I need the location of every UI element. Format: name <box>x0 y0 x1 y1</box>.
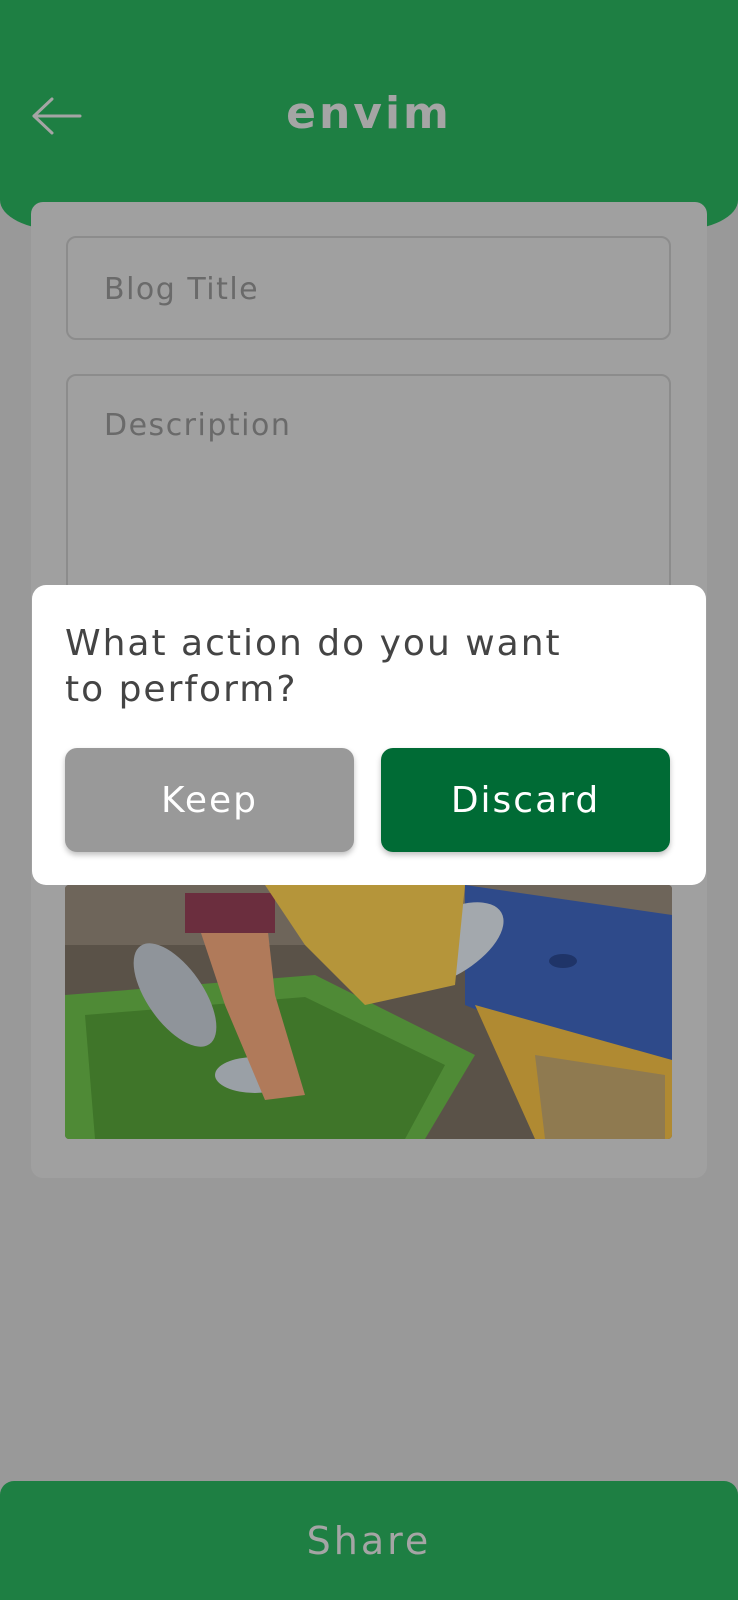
discard-button[interactable]: Discard <box>381 748 670 852</box>
share-button[interactable]: Share <box>0 1481 738 1600</box>
app-title: envim <box>286 88 452 139</box>
app-header: envim <box>0 0 738 230</box>
share-label: Share <box>306 1518 432 1563</box>
blog-image[interactable] <box>65 885 672 1139</box>
blog-title-field[interactable]: Blog Title <box>66 236 671 340</box>
blog-title-placeholder: Blog Title <box>104 272 260 307</box>
dialog-question: What action do you want to perform? <box>65 623 562 710</box>
action-dialog: What action do you want to perform? Keep… <box>32 585 706 885</box>
recycling-photo <box>65 885 672 1139</box>
keep-button[interactable]: Keep <box>65 748 354 852</box>
description-placeholder: Description <box>104 408 292 443</box>
